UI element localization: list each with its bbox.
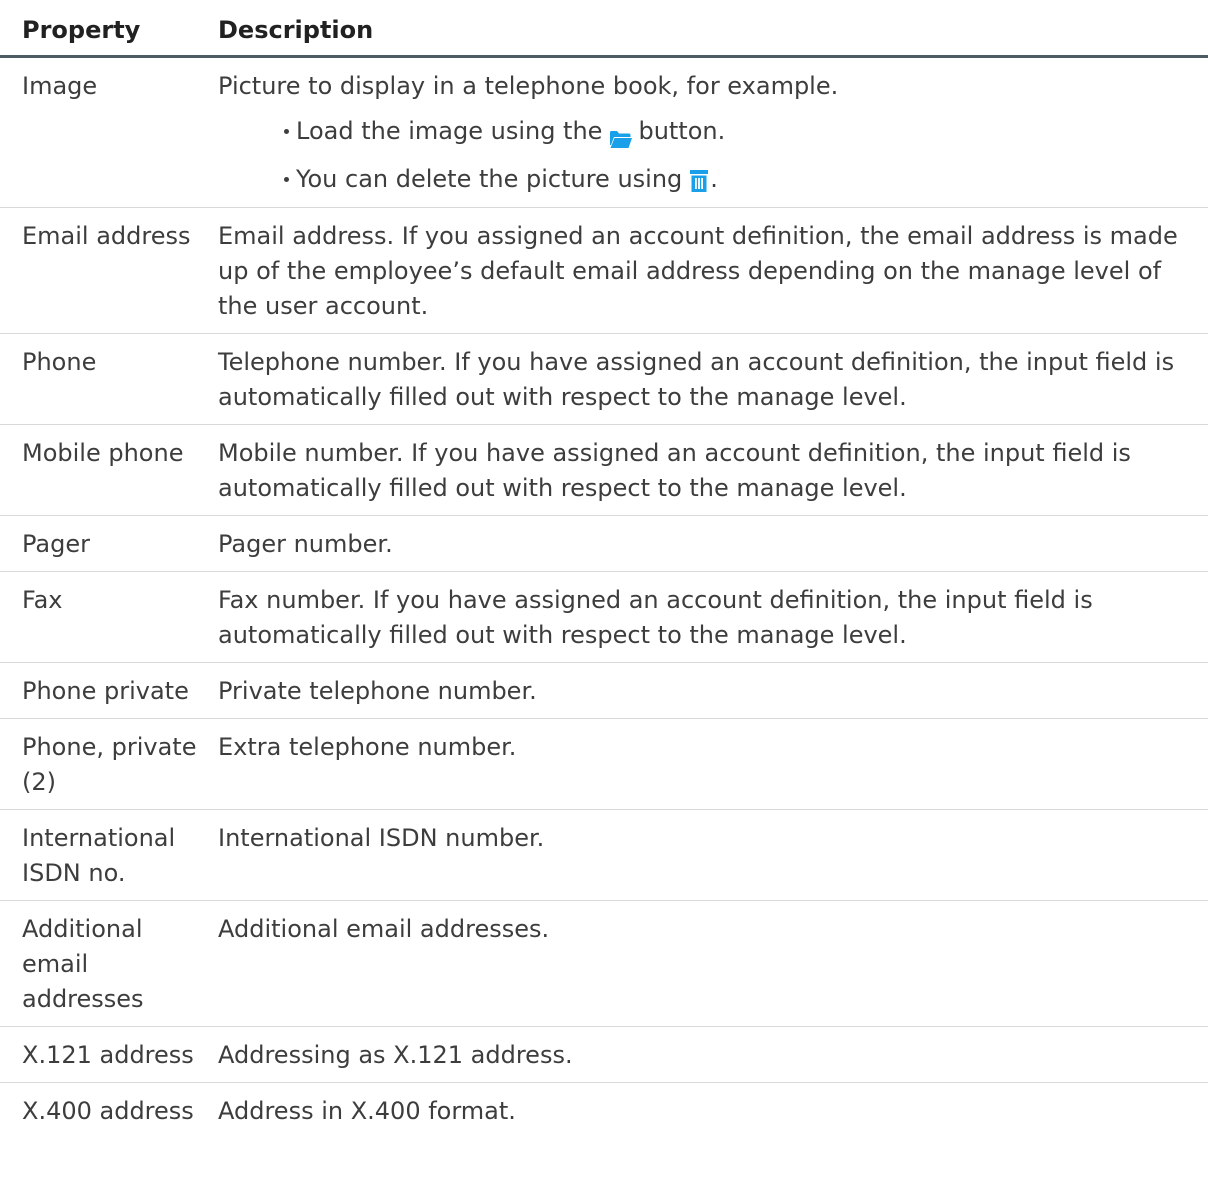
property-description: International ISDN number. (217, 809, 1208, 901)
property-name: Phone (0, 333, 217, 425)
table-row: Phone private Private telephone number. (0, 662, 1208, 719)
list-item: Load the image using the button. (284, 112, 1194, 150)
property-description: Extra telephone number. (217, 718, 1208, 810)
list-item: You can delete the picture using. (284, 160, 1194, 198)
property-name: Mobile phone (0, 424, 217, 516)
table-row: Additional email addresses Additional em… (0, 900, 1208, 1027)
property-description: Fax number. If you have assigned an acco… (217, 571, 1208, 663)
property-description: Address in X.400 format. (218, 1097, 516, 1125)
property-table: Property Description Image Picture to di… (0, 0, 1208, 1138)
property-name: Image (0, 56, 217, 208)
property-name: International ISDN no. (0, 809, 217, 901)
table-row: Fax Fax number. If you have assigned an … (0, 571, 1208, 663)
table-row: International ISDN no. International ISD… (0, 809, 1208, 901)
property-description: Telephone number. If you have assigned a… (217, 333, 1208, 425)
property-name: X.121 address (0, 1026, 217, 1083)
property-description: Pager number. (217, 515, 1208, 572)
property-name: X.400 address (22, 1097, 194, 1125)
table-row: Pager Pager number. (0, 515, 1208, 572)
bullet-list: Load the image using the button. You can … (218, 112, 1194, 198)
property-name: Additional email addresses (0, 900, 217, 1027)
property-column-header: Property (0, 0, 217, 58)
table-row: X.121 address Addressing as X.121 addres… (0, 1026, 1208, 1083)
bullet-dot (284, 177, 289, 182)
trash-icon (690, 165, 709, 192)
description-column-header: Description (217, 0, 1208, 58)
bullet-dot (284, 129, 289, 134)
table-row: X.400 address Address in X.400 format. (0, 1083, 1208, 1139)
property-description: Picture to display in a telephone book, … (218, 72, 839, 100)
property-name: Phone private (0, 662, 217, 719)
table-row: Phone Telephone number. If you have assi… (0, 333, 1208, 425)
table-row: Mobile phone Mobile number. If you have … (0, 424, 1208, 516)
table-header-row: Property Description (0, 0, 1208, 58)
property-description: Mobile number. If you have assigned an a… (217, 424, 1208, 516)
folder-open-icon (610, 121, 633, 148)
property-description-cell: Picture to display in a telephone book, … (217, 56, 1208, 208)
bullet-text-before: Load the image using the (296, 117, 603, 145)
property-description: Additional email addresses. (217, 900, 1208, 1027)
property-description: Email address. If you assigned an accoun… (217, 207, 1208, 334)
table-row: Phone, private (2) Extra telephone numbe… (0, 718, 1208, 810)
bullet-text-before: You can delete the picture using (296, 165, 683, 193)
property-description: Private telephone number. (217, 662, 1208, 719)
property-name: Pager (0, 515, 217, 572)
bullet-text-after: button. (638, 117, 726, 145)
property-description: Addressing as X.121 address. (217, 1026, 1208, 1083)
property-name: Fax (0, 571, 217, 663)
table-row: Image Picture to display in a telephone … (0, 56, 1208, 208)
table-row: Email address Email address. If you assi… (0, 207, 1208, 334)
bullet-text-after: . (710, 165, 718, 193)
property-name: Phone, private (2) (0, 718, 217, 810)
property-name: Email address (0, 207, 217, 334)
